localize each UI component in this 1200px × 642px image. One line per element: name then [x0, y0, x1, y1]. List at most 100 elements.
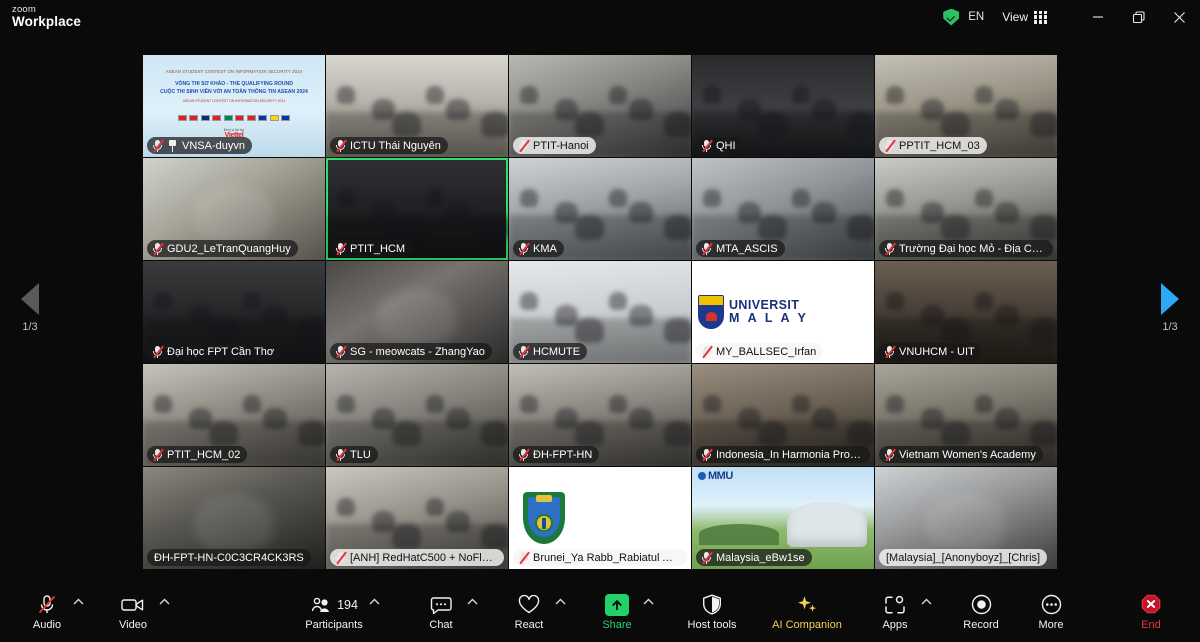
participant-tile[interactable]: PTIT_HCM	[326, 158, 508, 260]
language-indicator[interactable]: EN	[968, 11, 984, 23]
video-camera-icon	[121, 594, 145, 616]
participant-name: PTIT-Hanoi	[533, 140, 589, 152]
share-options-caret[interactable]	[640, 585, 656, 639]
participant-name-plate: Brunei_Ya Rabb_Rabiatul Ada…	[513, 549, 687, 566]
participant-tile[interactable]: ĐH-FPT-HN-C0C3CR4CK3RS	[143, 467, 325, 569]
microphone-muted-icon	[518, 551, 529, 564]
participants-icon-row: 194	[310, 594, 358, 616]
end-meeting-button[interactable]: End	[1128, 585, 1174, 639]
participant-tile[interactable]: Indonesia_In Harmonia Progr…	[692, 364, 874, 466]
next-page-button[interactable]: 1/3	[1140, 34, 1200, 582]
microphone-muted-icon	[701, 345, 712, 358]
share-button[interactable]: Share	[594, 585, 640, 639]
participant-name-plate: GDU2_LeTranQuangHuy	[147, 240, 298, 257]
ai-companion-button[interactable]: AI Companion	[764, 585, 850, 639]
react-group: React	[506, 582, 568, 642]
participant-tile[interactable]: TLU	[326, 364, 508, 466]
participant-tile[interactable]: UNIVERSIT M A L A Y MY_BALLSEC_Irfan	[692, 261, 874, 363]
participant-name-plate: PTIT_HCM	[330, 240, 412, 257]
participant-tile[interactable]: Brunei_Ya Rabb_Rabiatul Ada…	[509, 467, 691, 569]
participant-name: HCMUTE	[533, 346, 580, 358]
host-tools-button[interactable]: Host tools	[682, 585, 742, 639]
participant-tile[interactable]: PPTIT_HCM_03	[875, 55, 1057, 157]
chevron-up-icon	[159, 598, 170, 605]
record-button[interactable]: Record	[956, 585, 1006, 639]
microphone-muted-icon	[518, 139, 529, 152]
participant-tile[interactable]: PTIT-Hanoi	[509, 55, 691, 157]
participant-tile[interactable]: Trường Đại học Mỏ - Địa Chất	[875, 158, 1057, 260]
participant-name-plate: Đại học FPT Cần Thơ	[147, 343, 281, 360]
end-call-icon	[1140, 594, 1162, 616]
host-tools-group: Host tools	[682, 582, 742, 642]
chat-button[interactable]: Chat	[418, 585, 464, 639]
apps-button[interactable]: Apps	[872, 585, 918, 639]
previous-page-button[interactable]: 1/3	[0, 34, 60, 582]
chevron-up-icon	[73, 598, 84, 605]
participant-tile[interactable]: Đại học FPT Cần Thơ	[143, 261, 325, 363]
microphone-muted-icon	[152, 139, 163, 152]
participant-name-plate: ĐH-FPT-HN-C0C3CR4CK3RS	[147, 549, 311, 566]
audio-button[interactable]: Audio	[24, 585, 70, 639]
participant-name-plate: KMA	[513, 240, 564, 257]
meeting-toolbar: Audio Video	[0, 582, 1200, 642]
participant-tile[interactable]: KMA	[509, 158, 691, 260]
participant-tile[interactable]: ĐH-FPT-HN	[509, 364, 691, 466]
ai-companion-label: AI Companion	[772, 619, 842, 631]
chat-options-caret[interactable]	[464, 585, 480, 639]
participant-tile[interactable]: MTA_ASCIS	[692, 158, 874, 260]
video-button[interactable]: Video	[110, 585, 156, 639]
participant-name: PTIT_HCM	[350, 243, 405, 255]
video-options-caret[interactable]	[156, 585, 172, 639]
record-icon	[971, 594, 992, 616]
title-bar: zoom Workplace EN View	[0, 0, 1200, 34]
participant-name: Brunei_Ya Rabb_Rabiatul Ada…	[533, 552, 680, 564]
microphone-muted-icon	[335, 448, 346, 461]
chevron-up-icon	[467, 598, 478, 605]
share-group: Share	[594, 582, 656, 642]
participant-name-plate: Vietnam Women's Academy	[879, 446, 1043, 463]
participant-tile[interactable]: GDU2_LeTranQuangHuy	[143, 158, 325, 260]
encryption-shield-icon[interactable]	[943, 9, 959, 26]
participant-tile[interactable]: Vietnam Women's Academy	[875, 364, 1057, 466]
more-button[interactable]: More	[1028, 585, 1074, 639]
microphone-muted-icon	[37, 594, 57, 616]
participant-tile[interactable]: MMU Malaysia_eBw1se	[692, 467, 874, 569]
participant-tile[interactable]: SG - meowcats - ZhangYao	[326, 261, 508, 363]
microphone-muted-icon	[152, 345, 163, 358]
participant-tile[interactable]: [ANH] RedHatC500 + NoFlag…	[326, 467, 508, 569]
participant-name-plate: [ANH] RedHatC500 + NoFlag…	[330, 549, 504, 566]
participant-tile[interactable]: HCMUTE	[509, 261, 691, 363]
participant-tile[interactable]: ICTU Thái Nguyên	[326, 55, 508, 157]
microphone-muted-icon	[518, 448, 529, 461]
participants-button[interactable]: 194 Participants	[302, 585, 366, 639]
chevron-up-icon	[555, 598, 566, 605]
apps-options-caret[interactable]	[918, 585, 934, 639]
audio-options-caret[interactable]	[70, 585, 86, 639]
view-button[interactable]: View	[1002, 10, 1047, 24]
chevron-up-icon	[921, 598, 932, 605]
participant-tile[interactable]: PTIT_HCM_02	[143, 364, 325, 466]
participants-label: Participants	[305, 619, 362, 631]
next-page-label: 1/3	[1162, 321, 1177, 333]
participant-name-plate: Trường Đại học Mỏ - Địa Chất	[879, 240, 1053, 257]
end-label: End	[1141, 619, 1161, 631]
react-button[interactable]: React	[506, 585, 552, 639]
participant-name: Đại học FPT Cần Thơ	[167, 346, 274, 358]
participant-tile[interactable]: VNUHCM - UIT	[875, 261, 1057, 363]
microphone-muted-icon	[884, 242, 895, 255]
meeting-stage: 1/3 ASEAN STUDENT CONTEST ON INFORMATION…	[0, 34, 1200, 582]
more-label: More	[1038, 619, 1063, 631]
maximize-button[interactable]	[1118, 0, 1159, 34]
shield-icon	[702, 594, 722, 616]
microphone-muted-icon	[518, 242, 529, 255]
heart-icon	[518, 594, 540, 616]
participant-tile[interactable]: [Malaysia]_[Anonyboyz]_[Chris]	[875, 467, 1057, 569]
participant-tile[interactable]: ASEAN STUDENT CONTEST ON INFORMATION SEC…	[143, 55, 325, 157]
minimize-button[interactable]	[1077, 0, 1118, 34]
microphone-muted-icon	[152, 448, 163, 461]
react-options-caret[interactable]	[552, 585, 568, 639]
participant-tile[interactable]: QHI	[692, 55, 874, 157]
participants-options-caret[interactable]	[366, 585, 382, 639]
share-label: Share	[602, 619, 631, 631]
close-button[interactable]	[1159, 0, 1200, 34]
